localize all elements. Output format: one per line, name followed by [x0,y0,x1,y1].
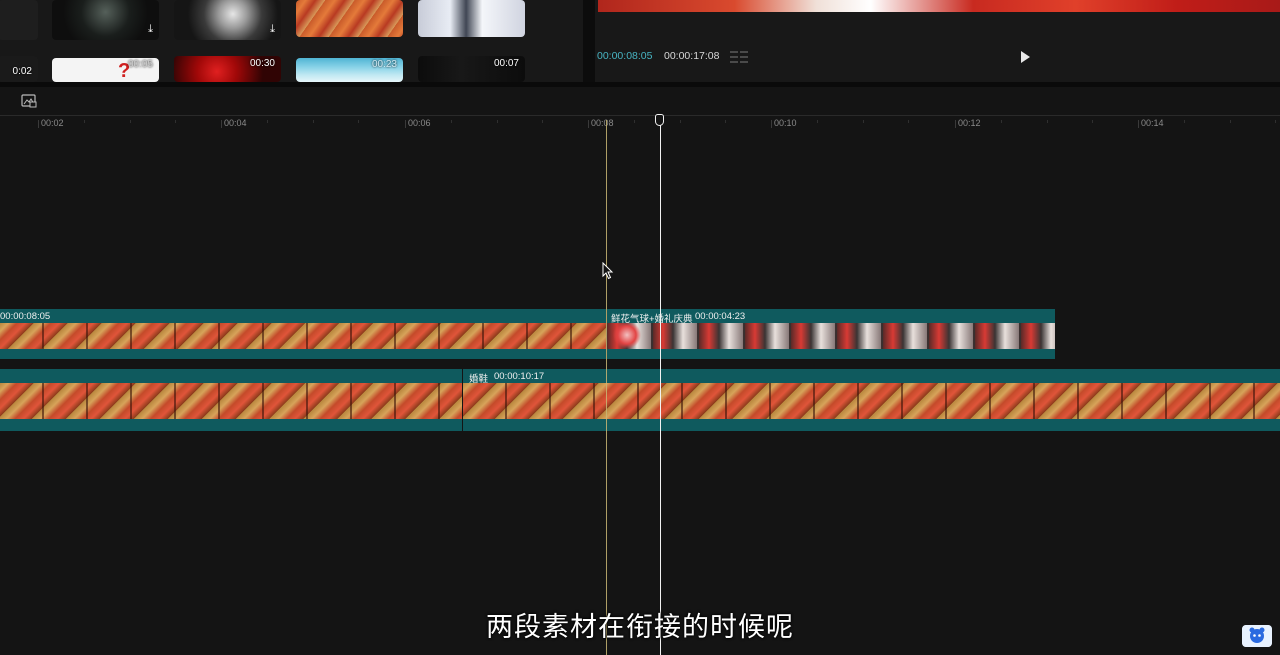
clip-header: 00:00:08:05 [0,309,606,323]
ruler-major-tick [588,120,589,128]
ruler-minor-tick [313,120,314,123]
track2-clip[interactable]: 婚鞋 00:00:10:17 [463,369,1280,431]
timeline-panel: 00:02 00:04 00:06 00:08 00:10 00:12 00:14 00:0… [0,87,1280,655]
clip-duration: 00:00:04:23 [695,311,746,322]
media-thumb[interactable]: ? 00:05 [52,58,159,82]
ruler-minor-tick [863,120,864,123]
ruler-label: 00:14 [1141,118,1164,128]
media-thumb[interactable]: 00:07 [418,56,525,82]
preview-frame [598,0,1280,12]
clip-header: 婚鞋 00:00:10:17 [463,369,1280,385]
duration-label: 0:02 [12,66,32,77]
ruler-minor-tick [358,120,359,123]
media-thumb[interactable]: 0:02 [0,56,38,82]
current-timecode: 00:00:08:05 [597,50,653,62]
media-panel: ⤓ ⤓ 0:02 ? 00:05 00:30 00:23 00:07 [0,0,583,82]
media-thumb[interactable] [296,0,403,37]
ruler-label: 00:02 [41,118,64,128]
image-toggle-icon[interactable] [21,94,37,108]
clip-filmstrip [607,323,1055,349]
clip-filmstrip [463,383,1280,419]
media-thumb[interactable] [0,0,38,40]
track2-left-clip[interactable] [0,369,462,431]
ruler-minor-tick [542,120,543,123]
ruler-baseline [0,115,1280,116]
ruler-major-tick [405,120,406,128]
preview-panel: 00:00:08:05 00:00:17:08 [595,0,1280,82]
app-logo-icon [1242,625,1272,647]
ruler-label: 00:10 [774,118,797,128]
media-thumb[interactable]: ⤓ [52,0,159,40]
total-timecode: 00:00:17:08 [664,50,720,62]
track1-right-clip[interactable]: 鲜花气球+婚礼庆典 00:00:04:23 [607,309,1055,359]
duration-label: 00:23 [371,59,397,70]
ruler-minor-tick [1001,120,1002,123]
ruler-minor-tick [267,120,268,123]
download-icon[interactable]: ⤓ [270,23,275,36]
ruler-minor-tick [497,120,498,123]
download-icon[interactable]: ⤓ [148,23,153,36]
ruler-minor-tick [1092,120,1093,123]
ruler-minor-tick [725,120,726,123]
ruler-minor-tick [84,120,85,123]
playhead-handle[interactable] [655,114,664,126]
clip-duration: 00:00:08:05 [0,311,51,322]
ruler-major-tick [955,120,956,128]
ruler-label: 00:06 [408,118,431,128]
panel-divider[interactable] [583,0,595,82]
media-thumb[interactable]: ⤓ [174,0,281,40]
snap-line [606,120,607,655]
ruler-minor-tick [175,120,176,123]
duration-label: 00:05 [127,59,153,70]
ruler-minor-tick [908,120,909,123]
ruler-minor-tick [451,120,452,123]
ruler-label: 00:12 [958,118,981,128]
playhead[interactable] [655,114,664,655]
clip-filmstrip [0,383,462,419]
clip-header: 鲜花气球+婚礼庆典 00:00:04:23 [607,309,1055,325]
ruler-label: 00:04 [224,118,247,128]
ruler-minor-tick [1275,120,1276,123]
grid-icon[interactable] [730,51,748,63]
ruler-minor-tick [1230,120,1231,123]
ruler-minor-tick [1184,120,1185,123]
time-ruler[interactable]: 00:02 00:04 00:06 00:08 00:10 00:12 00:14 [0,115,1280,133]
ruler-minor-tick [680,120,681,123]
media-thumb[interactable]: 00:23 [296,58,403,82]
duration-label: 00:07 [493,58,519,69]
track1-left-clip[interactable]: 00:00:08:05 [0,309,606,359]
ruler-major-tick [1138,120,1139,128]
media-thumb[interactable]: 00:30 [174,56,281,82]
ruler-major-tick [38,120,39,128]
ruler-major-tick [221,120,222,128]
ruler-minor-tick [1047,120,1048,123]
subtitle-caption: 两段素材在衔接的时候呢 [486,612,794,643]
ruler-label: 00:08 [591,118,614,128]
clip-duration: 00:00:10:17 [494,371,545,382]
mouse-cursor-icon [602,262,614,280]
duration-label: 00:30 [249,58,275,69]
ruler-minor-tick [634,120,635,123]
ruler-minor-tick [817,120,818,123]
play-icon[interactable] [1018,50,1032,64]
clip-filmstrip [0,323,606,349]
ruler-major-tick [771,120,772,128]
ruler-minor-tick [130,120,131,123]
media-thumb[interactable] [418,0,525,37]
